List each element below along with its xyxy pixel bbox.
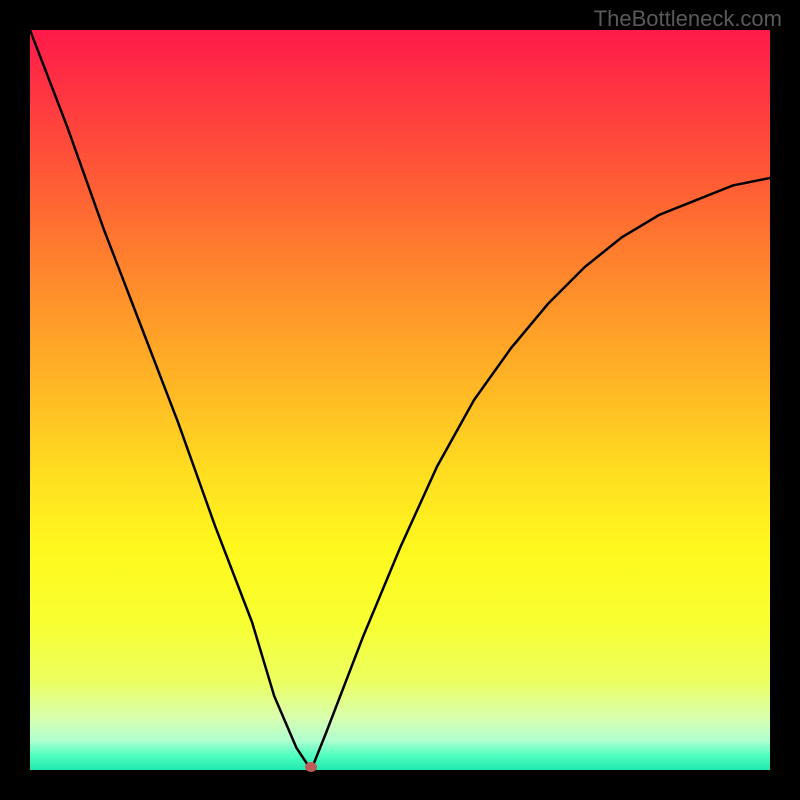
watermark-text: TheBottleneck.com bbox=[594, 6, 782, 32]
bottleneck-curve-svg bbox=[30, 30, 770, 770]
bottleneck-curve-path bbox=[30, 30, 770, 770]
optimal-point-marker bbox=[305, 762, 317, 772]
chart-area bbox=[30, 30, 770, 770]
